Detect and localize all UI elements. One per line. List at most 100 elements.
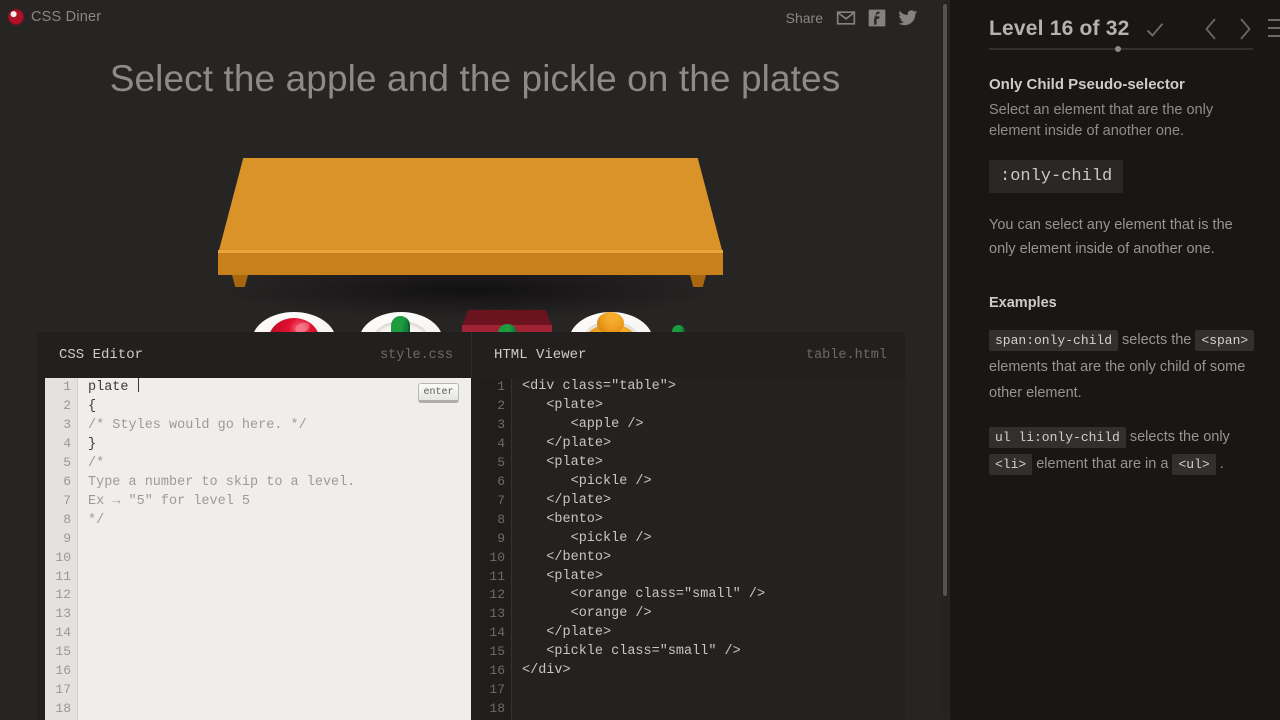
main-area: CSS Diner Share Select the apple and the…: [0, 0, 950, 720]
css-line-number: 2: [63, 397, 71, 413]
css-editor[interactable]: 1 2 3 4 5 6 7 8 9 10 11 12 13 14 15 16 17 18 plate {/* St…: [45, 378, 471, 720]
css-line-number: 18: [55, 701, 71, 717]
sidebar: Level 16 of 32 Only Child Pseudo-selecto…: [950, 0, 1280, 720]
css-line-number: 6: [63, 473, 71, 489]
sidebar-header: Level 16 of 32: [970, 0, 1280, 62]
html-code-line: </plate>: [522, 492, 612, 508]
html-code-line: <pickle />: [522, 530, 652, 546]
level-progress-marker: [1115, 46, 1122, 52]
html-line-number: 6: [497, 473, 505, 489]
example-1-code2: <span>: [1195, 330, 1255, 351]
example-2-code3: <ul>: [1172, 454, 1216, 475]
css-code-line: Type a number to skip to a level.: [88, 474, 356, 490]
css-line-number: 3: [63, 416, 71, 432]
html-line-number: 9: [497, 530, 505, 546]
level-progress-bar: [989, 46, 1253, 52]
html-code-line: <plate>: [522, 397, 604, 413]
css-line-numbers: 1 2 3 4 5 6 7 8 9 10 11 12 13 14 15 16 17 18: [45, 378, 78, 720]
css-code-line: }: [88, 436, 97, 452]
css-code-input[interactable]: plate { /* Styles would go here. */} /* Typ…: [78, 378, 471, 720]
text-caret: [137, 378, 139, 392]
html-code-line: </plate>: [522, 435, 612, 451]
html-line-number: 15: [489, 644, 505, 660]
selector-chip: :only-child: [989, 160, 1124, 193]
lesson-subtitle: Select an element that are the only elem…: [989, 102, 1214, 139]
html-viewer-header: HTML Viewer table.html: [471, 332, 905, 378]
html-code-line: <bento>: [522, 511, 604, 527]
css-code-line: plate: [88, 378, 139, 395]
css-line-number: 16: [55, 663, 71, 679]
css-line-number: 12: [55, 587, 71, 603]
css-line-number: 8: [63, 511, 71, 527]
css-line-number: 10: [55, 549, 71, 565]
css-line-number: 1: [63, 379, 71, 394]
html-line-number: 16: [489, 663, 505, 679]
example-1: span:only-child selects the <span> eleme…: [989, 327, 1262, 406]
chevron-right-icon[interactable]: [1236, 18, 1254, 40]
share-group: Share: [786, 8, 918, 28]
html-code-line: <div class="table">: [522, 379, 676, 394]
email-share-icon[interactable]: [836, 8, 856, 28]
example-1-tail: elements that are the only child of some…: [989, 359, 1246, 401]
html-line-number: 7: [497, 492, 505, 508]
menu-bar-3: [1268, 35, 1280, 37]
html-line-number: 3: [497, 416, 505, 432]
enter-button[interactable]: enter: [418, 383, 459, 403]
css-line-number: 14: [55, 625, 71, 641]
css-line-number: 13: [55, 606, 71, 622]
html-line-number: 1: [497, 379, 505, 394]
css-code-line: /* Styles would go here. */: [88, 417, 307, 433]
css-code-line: /*: [88, 455, 105, 471]
orange-small[interactable]: [597, 312, 624, 334]
html-code-line: <pickle />: [522, 473, 652, 489]
menu-bar-1: [1268, 19, 1280, 21]
html-line-number: 12: [489, 587, 505, 603]
sidebar-body: Only Child Pseudo-selector Select an ele…: [970, 62, 1262, 478]
brand[interactable]: CSS Diner: [8, 9, 101, 25]
css-code-line: Ex → "5" for level 5: [88, 493, 251, 509]
css-code-line: {: [88, 398, 97, 414]
css-line-number: 4: [63, 435, 71, 451]
menu-bar-2: [1268, 27, 1280, 29]
css-line-number: 17: [55, 682, 71, 698]
html-line-number: 17: [489, 682, 505, 698]
css-code-line: */: [88, 512, 105, 528]
hamburger-menu-icon[interactable]: [1268, 19, 1280, 43]
level-title: Level 16 of 32: [989, 17, 1130, 40]
html-line-number: 18: [489, 701, 505, 717]
html-code-line: <orange class="small" />: [522, 587, 766, 603]
html-code-line: <orange />: [522, 606, 652, 622]
example-1-code: span:only-child: [989, 330, 1119, 351]
css-editor-filename: style.css: [380, 347, 453, 363]
checkmark-icon: [1146, 23, 1164, 37]
html-code-line: <apple />: [522, 416, 644, 432]
css-line-number: 5: [63, 454, 71, 470]
food-table-scene: [0, 140, 950, 388]
html-line-number: 4: [497, 435, 505, 451]
css-diner-app: CSS Diner Share Select the apple and the…: [0, 0, 1280, 720]
css-editor-header: CSS Editor style.css: [37, 332, 471, 378]
html-line-number: 2: [497, 397, 505, 413]
lesson-description: You can select any element that is the o…: [989, 217, 1233, 257]
facebook-share-icon[interactable]: [867, 8, 887, 28]
lesson-title: Only Child Pseudo-selector: [989, 76, 1185, 93]
html-code-line: </div>: [522, 663, 571, 679]
example-2-code2: <li>: [989, 454, 1033, 475]
html-viewer-filename: table.html: [805, 347, 887, 363]
twitter-share-icon[interactable]: [898, 8, 918, 28]
css-line-number: 9: [63, 530, 71, 546]
chevron-left-icon[interactable]: [1202, 18, 1220, 40]
css-line-number: 15: [55, 644, 71, 660]
html-code-line: </plate>: [522, 625, 612, 641]
cherry-logo-icon: [8, 9, 24, 25]
examples-heading: Examples: [989, 295, 1057, 311]
top-bar: CSS Diner Share: [0, 0, 950, 38]
html-code-line: <plate>: [522, 454, 604, 470]
html-line-number: 10: [489, 549, 505, 565]
example-1-mid: selects the: [1118, 332, 1196, 348]
table-front: [218, 253, 723, 275]
html-line-numbers: 1 2 3 4 5 6 7 8 9 10 11 12 13 14 15 16 17 18: [479, 378, 512, 720]
page-scrollbar-thumb[interactable]: [943, 4, 947, 596]
css-line-number: 7: [63, 492, 71, 508]
html-line-number: 8: [497, 511, 505, 527]
